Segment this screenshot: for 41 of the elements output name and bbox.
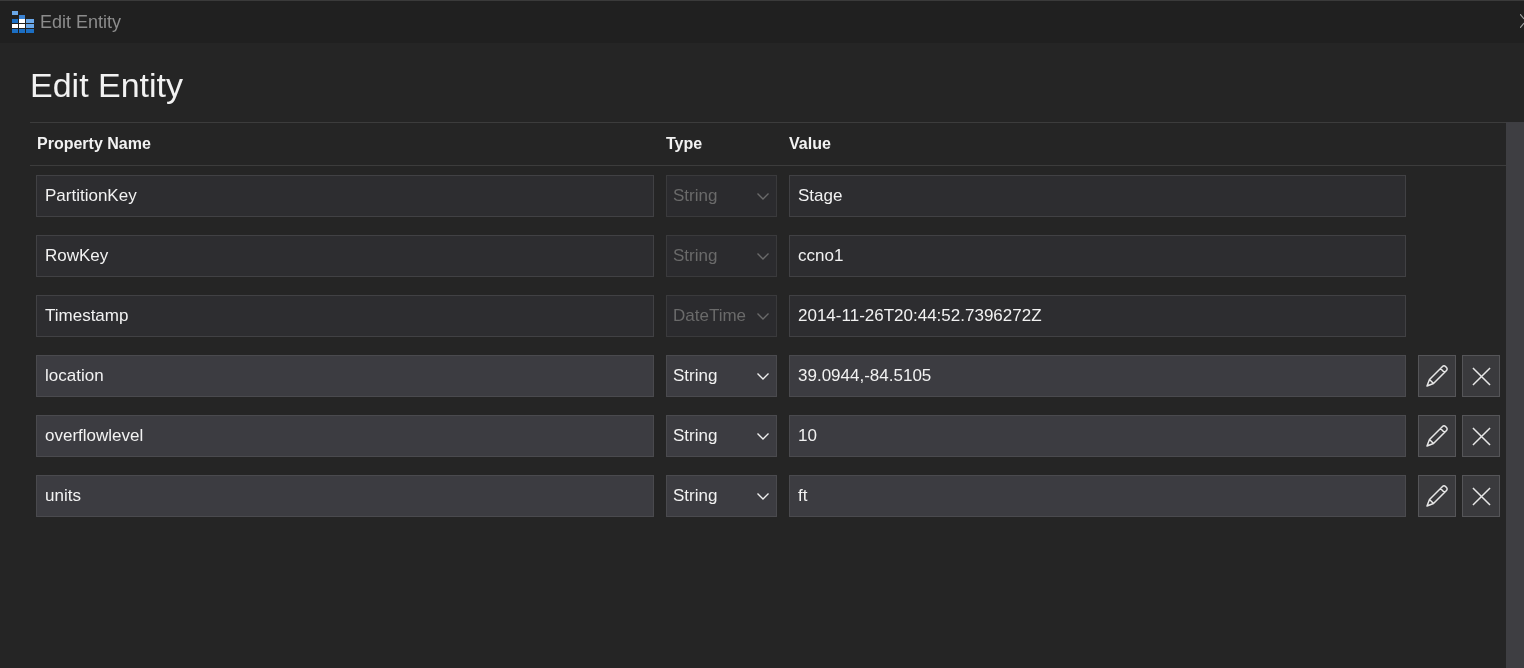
scrollbar[interactable] [1506, 122, 1524, 668]
type-dropdown[interactable]: String [666, 355, 777, 397]
page-heading: Edit Entity [30, 65, 184, 105]
column-header: Value [789, 135, 831, 153]
close-icon[interactable] [1520, 14, 1524, 28]
edit-button[interactable] [1418, 475, 1456, 517]
property-name-field[interactable]: PartitionKey [36, 175, 654, 217]
delete-button[interactable] [1462, 415, 1500, 457]
value-field[interactable]: Stage [789, 175, 1406, 217]
delete-button[interactable] [1462, 355, 1500, 397]
edit-button[interactable] [1418, 415, 1456, 457]
window-title: Edit Entity [40, 11, 122, 33]
pencil-icon [1425, 484, 1449, 508]
column-header: Type [666, 135, 704, 153]
pencil-icon [1425, 364, 1449, 388]
column-header: Property Name [36, 135, 152, 153]
delete-button[interactable] [1462, 475, 1500, 517]
property-name-field[interactable]: RowKey [36, 235, 654, 277]
property-name-field[interactable]: overflowlevel [36, 415, 654, 457]
close-icon [1471, 486, 1491, 506]
value-field[interactable]: 2014-11-26T20:44:52.7396272Z [789, 295, 1406, 337]
pencil-icon [1425, 424, 1449, 448]
chevron-icon [757, 192, 769, 200]
value-field[interactable]: 39.0944,-84.5105 [789, 355, 1406, 397]
chevron-icon [757, 492, 769, 500]
value-field[interactable]: ccno1 [789, 235, 1406, 277]
chevron-icon [757, 432, 769, 440]
app-icon [12, 11, 34, 33]
property-name-field[interactable]: Timestamp [36, 295, 654, 337]
type-dropdown[interactable]: String [666, 475, 777, 517]
edit-button[interactable] [1418, 355, 1456, 397]
value-field[interactable]: 10 [789, 415, 1406, 457]
chevron-icon [757, 312, 769, 320]
close-icon [1471, 366, 1491, 386]
close-icon [1471, 426, 1491, 446]
property-name-field[interactable]: units [36, 475, 654, 517]
property-name-field[interactable]: location [36, 355, 654, 397]
chevron-icon [757, 372, 769, 380]
value-field[interactable]: ft [789, 475, 1406, 517]
chevron-icon [757, 252, 769, 260]
type-dropdown[interactable]: String [666, 415, 777, 457]
